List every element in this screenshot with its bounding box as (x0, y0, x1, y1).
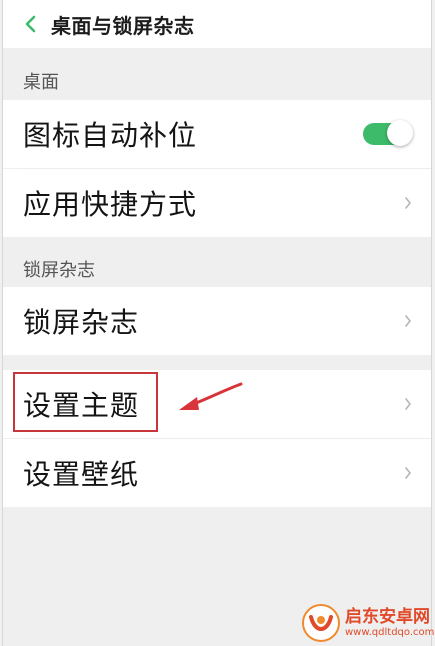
section-label-desktop: 桌面 (23, 72, 59, 93)
row-icon-autofill[interactable]: 图标自动补位 (3, 100, 431, 168)
section-label-lockscreen: 锁屏杂志 (23, 260, 95, 281)
watermark-logo-icon (302, 604, 340, 642)
chevron-right-icon (405, 467, 411, 479)
row-label-set-wallpaper: 设置壁纸 (23, 458, 140, 491)
chevron-right-icon (405, 197, 411, 209)
watermark-name: 启东安卓网 (345, 607, 430, 627)
row-app-shortcuts[interactable]: 应用快捷方式 (3, 169, 431, 237)
icon-autofill-toggle[interactable] (363, 120, 413, 146)
header-bar: 桌面与锁屏杂志 (3, 0, 431, 48)
annotation-highlight-box (13, 372, 158, 432)
settings-screen: 桌面与锁屏杂志 桌面 图标自动补位 应用快捷方式 锁屏杂志 锁屏杂志 设置主题 … (2, 0, 435, 646)
annotation-arrow-icon (179, 382, 243, 410)
row-label-lockscreen-magazine: 锁屏杂志 (23, 306, 140, 339)
watermark-url: www.qdltdqo.com (345, 627, 435, 638)
row-set-wallpaper[interactable]: 设置壁纸 (3, 439, 431, 507)
page-title: 桌面与锁屏杂志 (51, 13, 195, 38)
chevron-right-icon (405, 398, 411, 410)
chevron-right-icon (405, 315, 411, 327)
watermark-text: 启东安卓网 www.qdltdqo.com (345, 607, 434, 639)
toggle-knob (387, 120, 413, 146)
back-button[interactable] (9, 0, 51, 48)
row-label-icon-autofill: 图标自动补位 (23, 119, 198, 152)
chevron-left-icon (25, 15, 36, 33)
row-lockscreen-magazine[interactable]: 锁屏杂志 (3, 287, 431, 355)
watermark: 启东安卓网 www.qdltdqo.com (301, 601, 435, 645)
row-label-app-shortcuts: 应用快捷方式 (23, 188, 198, 221)
